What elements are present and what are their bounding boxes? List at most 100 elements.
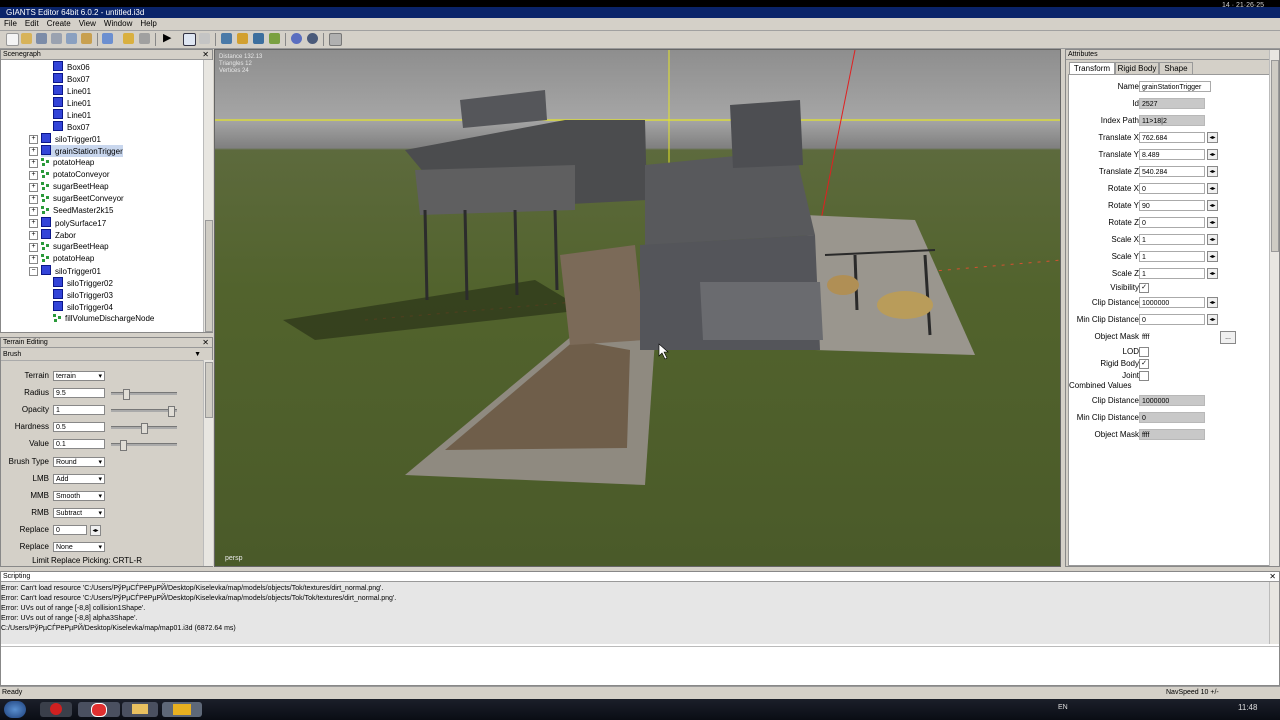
rotate-z-field[interactable]: 0 bbox=[1139, 217, 1205, 228]
scenegraph-item[interactable]: + potatoConveyor bbox=[29, 169, 109, 181]
scenegraph-item[interactable]: Box07 bbox=[53, 73, 90, 85]
play-icon[interactable]: ▶ bbox=[163, 33, 174, 44]
taskbar-app-icon[interactable] bbox=[162, 702, 202, 717]
object-mask-field[interactable]: ffff bbox=[1139, 331, 1205, 342]
replace-input[interactable]: 0 bbox=[53, 525, 87, 535]
min-clip-distance-field[interactable]: 0 bbox=[1139, 314, 1205, 325]
tree-expand-icon[interactable]: − bbox=[29, 267, 38, 276]
scenegraph-item[interactable]: + potatoHeap bbox=[29, 253, 94, 265]
undo-icon[interactable] bbox=[123, 33, 134, 44]
scale-tool-icon[interactable] bbox=[253, 33, 264, 44]
mmb-select[interactable]: Smooth bbox=[53, 491, 105, 502]
scenegraph-item[interactable]: + siloTrigger01 bbox=[29, 133, 101, 145]
menu-edit[interactable]: Edit bbox=[21, 18, 43, 30]
taskbar-app-icon[interactable] bbox=[122, 702, 158, 717]
scale-y-spinner[interactable]: ◂▸ bbox=[1207, 251, 1218, 262]
scenegraph-item[interactable]: siloTrigger03 bbox=[53, 289, 113, 301]
export-icon[interactable] bbox=[81, 33, 92, 44]
opacity-input[interactable]: 1 bbox=[53, 405, 105, 415]
hardness-input[interactable]: 0.5 bbox=[53, 422, 105, 432]
open-folder-icon[interactable] bbox=[21, 33, 32, 44]
scenegraph-item[interactable]: Box07 bbox=[53, 121, 90, 133]
replace-spinner[interactable]: ◂▸ bbox=[90, 525, 101, 536]
translate-z-field[interactable]: 540.284 bbox=[1139, 166, 1205, 177]
tree-expand-icon[interactable]: + bbox=[29, 135, 38, 144]
camera-icon[interactable] bbox=[291, 33, 302, 44]
scale-y-field[interactable]: 1 bbox=[1139, 251, 1205, 262]
scenegraph-item[interactable]: + grainStationTrigger bbox=[29, 145, 123, 157]
select-mode-icon[interactable] bbox=[183, 33, 196, 46]
tree-expand-icon[interactable]: + bbox=[29, 243, 38, 252]
scenegraph-item[interactable]: + potatoHeap bbox=[29, 157, 94, 169]
clip-distance-field[interactable]: 1000000 bbox=[1139, 297, 1205, 308]
tree-expand-icon[interactable]: + bbox=[29, 183, 38, 192]
tree-expand-icon[interactable]: + bbox=[29, 195, 38, 204]
scenegraph-item[interactable]: Box06 bbox=[53, 61, 90, 73]
brush-section-header[interactable]: Brush ▼ bbox=[1, 350, 203, 361]
scale-x-field[interactable]: 1 bbox=[1139, 234, 1205, 245]
3d-viewport[interactable]: Distance 132.13 Triangles 12 Vertices 24… bbox=[214, 49, 1061, 567]
rmb-select[interactable]: Subtract bbox=[53, 508, 105, 519]
radius-input[interactable]: 9.5 bbox=[53, 388, 105, 398]
close-icon[interactable]: ✕ bbox=[1269, 572, 1276, 581]
rotate-z-spinner[interactable]: ◂▸ bbox=[1207, 217, 1218, 228]
tree-expand-icon[interactable]: + bbox=[29, 231, 38, 240]
scenegraph-item[interactable]: Line01 bbox=[53, 97, 91, 109]
script-input[interactable] bbox=[1, 646, 1279, 685]
menu-view[interactable]: View bbox=[75, 18, 100, 30]
scenegraph-scrollbar[interactable] bbox=[203, 60, 213, 332]
translate-y-field[interactable]: 8.489 bbox=[1139, 149, 1205, 160]
radius-slider[interactable] bbox=[111, 389, 177, 400]
scenegraph-item[interactable]: − siloTrigger01 bbox=[29, 265, 101, 277]
scrollbar-thumb[interactable] bbox=[205, 220, 213, 332]
min-clip-distance-spinner[interactable]: ◂▸ bbox=[1207, 314, 1218, 325]
close-icon[interactable]: ✕ bbox=[202, 338, 209, 347]
scenegraph-item[interactable]: + SeedMaster2k15 bbox=[29, 205, 113, 217]
value-slider-handle[interactable] bbox=[120, 440, 127, 451]
tree-expand-icon[interactable]: + bbox=[29, 159, 38, 168]
terrain-scrollbar[interactable] bbox=[203, 360, 213, 566]
script-scrollbar[interactable] bbox=[1269, 582, 1279, 644]
redo-icon[interactable] bbox=[139, 33, 150, 44]
tree-expand-icon[interactable]: + bbox=[29, 147, 38, 156]
tree-expand-icon[interactable]: + bbox=[29, 207, 38, 216]
scenegraph-item[interactable]: siloTrigger02 bbox=[53, 277, 113, 289]
menu-help[interactable]: Help bbox=[136, 18, 160, 30]
name-field[interactable]: grainStationTrigger bbox=[1139, 81, 1211, 92]
save-as-icon[interactable] bbox=[51, 33, 62, 44]
value-input[interactable]: 0.1 bbox=[53, 439, 105, 449]
scenegraph-item[interactable]: + sugarBeetHeap bbox=[29, 181, 109, 193]
opacity-slider-handle[interactable] bbox=[168, 406, 175, 417]
rotate-tool-icon[interactable] bbox=[237, 33, 248, 44]
scenegraph-item[interactable]: + sugarBeetHeap bbox=[29, 241, 109, 253]
scale-z-field[interactable]: 1 bbox=[1139, 268, 1205, 279]
taskbar-app-icon[interactable] bbox=[40, 702, 72, 717]
radius-slider-handle[interactable] bbox=[123, 389, 130, 400]
scrollbar-thumb[interactable] bbox=[205, 362, 213, 418]
attributes-scrollbar[interactable] bbox=[1269, 50, 1279, 566]
terrain-tool-icon[interactable] bbox=[269, 33, 280, 44]
scenegraph-item[interactable]: + polySurface17 bbox=[29, 217, 106, 229]
terrain-select[interactable]: terrain bbox=[53, 371, 105, 382]
translate-y-spinner[interactable]: ◂▸ bbox=[1207, 149, 1218, 160]
visibility-checkbox[interactable]: ✓ bbox=[1139, 283, 1149, 293]
rotate-y-spinner[interactable]: ◂▸ bbox=[1207, 200, 1218, 211]
hardness-slider[interactable] bbox=[111, 423, 177, 434]
import-icon[interactable] bbox=[66, 33, 77, 44]
menu-file[interactable]: File bbox=[0, 18, 21, 30]
value-slider[interactable] bbox=[111, 440, 177, 451]
tree-expand-icon[interactable]: + bbox=[29, 171, 38, 180]
scenegraph-item[interactable]: fillVolumeDischargeNode bbox=[53, 313, 154, 325]
layout-icon[interactable] bbox=[329, 33, 342, 46]
rotate-x-spinner[interactable]: ◂▸ bbox=[1207, 183, 1218, 194]
object-mask-button[interactable]: ... bbox=[1220, 331, 1236, 344]
opacity-slider[interactable] bbox=[111, 406, 177, 417]
translate-x-field[interactable]: 762.684 bbox=[1139, 132, 1205, 143]
start-button[interactable] bbox=[4, 701, 26, 718]
menu-create[interactable]: Create bbox=[43, 18, 75, 30]
tree-expand-icon[interactable]: + bbox=[29, 219, 38, 228]
move-tool-icon[interactable] bbox=[221, 33, 232, 44]
script-log[interactable]: Error: Can't load resource 'C:/Users/РўР… bbox=[1, 582, 1269, 644]
settings-gear-icon[interactable] bbox=[307, 33, 318, 44]
translate-x-spinner[interactable]: ◂▸ bbox=[1207, 132, 1218, 143]
